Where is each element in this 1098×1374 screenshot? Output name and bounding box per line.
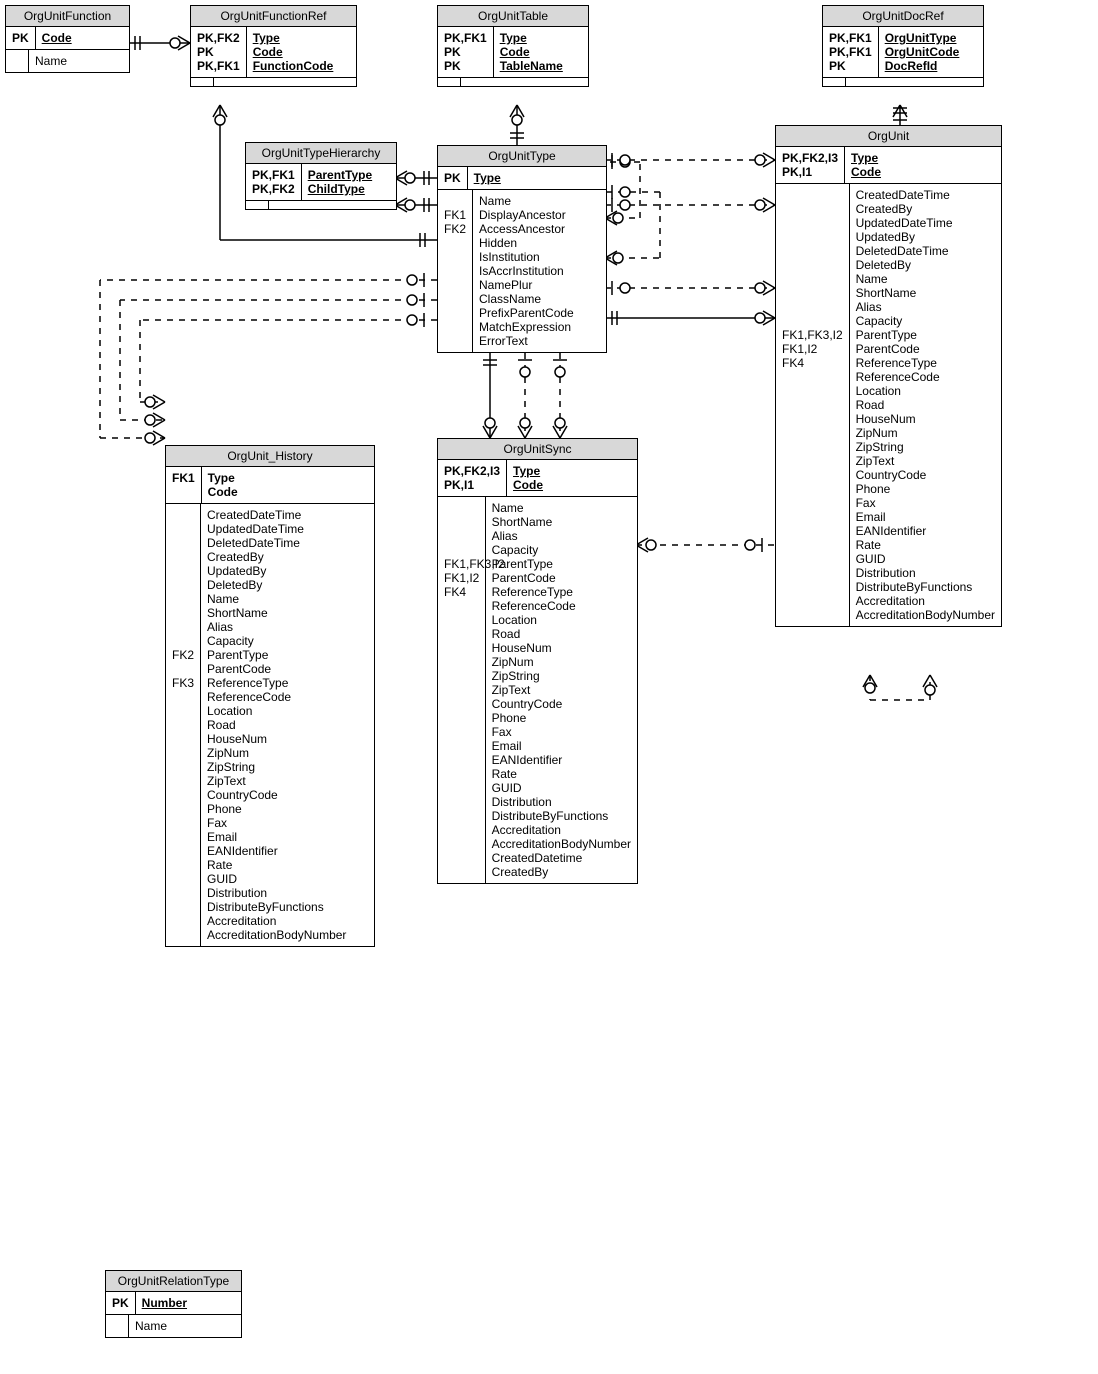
entity-orgunit: OrgUnitPK,FK2,I3 PK,I1Type Code FK1,FK3,… <box>775 125 1002 627</box>
entity-orgunithistory: OrgUnit_HistoryFK1 Type Code FK2 FK3 Cre… <box>165 445 375 947</box>
pk-section: PK,FK2,I3 PK,I1Type Code <box>776 147 1001 184</box>
entity-orgunitrelationtype: OrgUnitRelationTypePKNumberName <box>105 1270 242 1338</box>
body-section: FK1,FK3,I2 FK1,I2 FK4 CreatedDateTime Cr… <box>776 184 1001 626</box>
entity-title: OrgUnitDocRef <box>823 6 983 27</box>
body-section <box>823 78 983 86</box>
entity-title: OrgUnitRelationType <box>106 1271 241 1292</box>
pk-section: PKNumber <box>106 1292 241 1315</box>
body-section: Name <box>106 1315 241 1337</box>
entity-title: OrgUnit <box>776 126 1001 147</box>
pk-section: PK,FK1 PK PKType Code TableName <box>438 27 588 78</box>
entity-title: OrgUnitFunctionRef <box>191 6 356 27</box>
entity-orgunitfunctionref: OrgUnitFunctionRefPK,FK2 PK PK,FK1Type C… <box>190 5 357 87</box>
entity-orgunitfunction: OrgUnitFunctionPKCodeName <box>5 5 130 73</box>
entity-orgunitsync: OrgUnitSyncPK,FK2,I3 PK,I1Type Code FK1,… <box>437 438 638 884</box>
pk-section: PK,FK2 PK PK,FK1Type Code FunctionCode <box>191 27 356 78</box>
entity-title: OrgUnitFunction <box>6 6 129 27</box>
body-section: FK1 FK2 Name DisplayAncestor AccessAnces… <box>438 190 606 352</box>
body-section <box>438 78 588 86</box>
entity-orgunittypehierarchy: OrgUnitTypeHierarchyPK,FK1 PK,FK2ParentT… <box>245 142 397 210</box>
entity-title: OrgUnitSync <box>438 439 637 460</box>
pk-section: PKCode <box>6 27 129 50</box>
body-section: Name <box>6 50 129 72</box>
pk-section: PK,FK2,I3 PK,I1Type Code <box>438 460 637 497</box>
entity-orgunittable: OrgUnitTablePK,FK1 PK PKType Code TableN… <box>437 5 589 87</box>
pk-section: PKType <box>438 167 606 190</box>
er-diagram: { "entities": { "orgUnitFunction": { "ti… <box>0 0 1098 1374</box>
entity-orgunittype: OrgUnitTypePKType FK1 FK2 Name DisplayAn… <box>437 145 607 353</box>
entity-title: OrgUnit_History <box>166 446 374 467</box>
pk-section: PK,FK1 PK,FK2ParentType ChildType <box>246 164 396 201</box>
entity-title: OrgUnitTypeHierarchy <box>246 143 396 164</box>
pk-section: PK,FK1 PK,FK1 PKOrgUnitType OrgUnitCode … <box>823 27 983 78</box>
pk-section: FK1 Type Code <box>166 467 374 504</box>
body-section <box>191 78 356 86</box>
entity-orgunitdocref: OrgUnitDocRefPK,FK1 PK,FK1 PKOrgUnitType… <box>822 5 984 87</box>
entity-title: OrgUnitType <box>438 146 606 167</box>
body-section <box>246 201 396 209</box>
body-section: FK2 FK3 CreatedDateTime UpdatedDateTime … <box>166 504 374 946</box>
entity-title: OrgUnitTable <box>438 6 588 27</box>
body-section: FK1,FK3,I2 FK1,I2 FK4 Name ShortName Ali… <box>438 497 637 883</box>
